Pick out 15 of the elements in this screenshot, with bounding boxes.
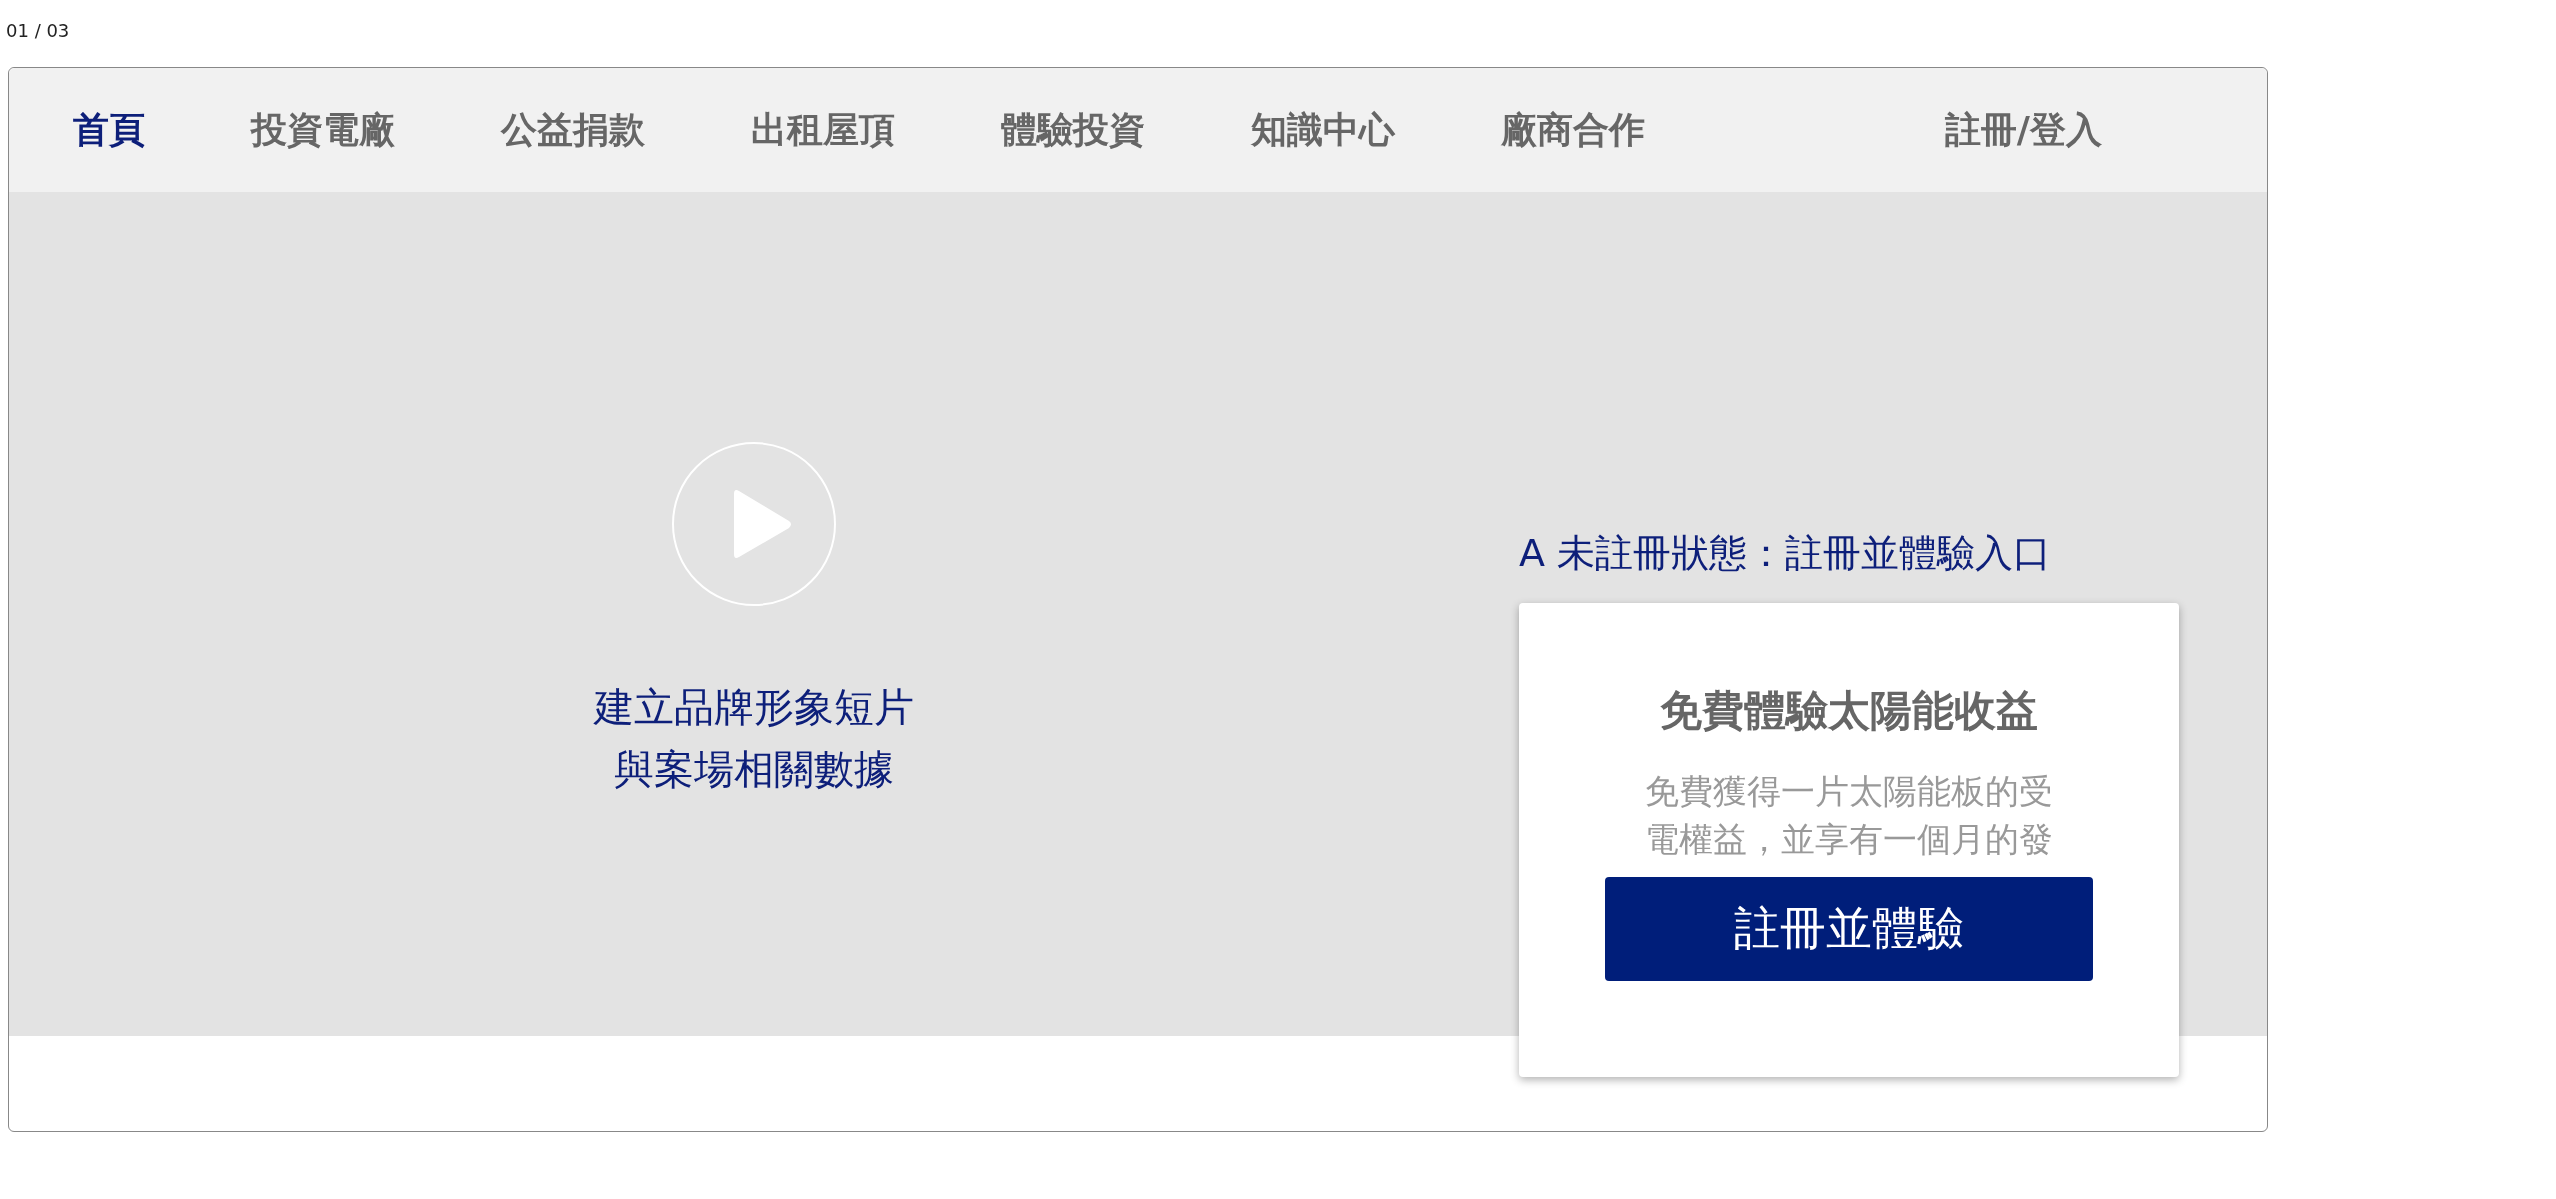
nav-link[interactable]: 首頁 xyxy=(73,105,145,155)
nav-link[interactable]: 公益捐款 xyxy=(501,105,645,155)
state-label: A 未註冊狀態：註冊並體驗入口 xyxy=(1519,530,2053,577)
nav-link[interactable]: 廠商合作 xyxy=(1501,105,1645,155)
nav-link[interactable]: 體驗投資 xyxy=(1001,105,1145,155)
login-link[interactable]: 註冊/登入 xyxy=(1944,105,2102,155)
play-icon[interactable] xyxy=(672,442,836,606)
card-title: 免費體驗太陽能收益 xyxy=(1660,685,2038,737)
signup-button[interactable]: 註冊並體驗 xyxy=(1605,877,2093,981)
card-description: 免費獲得一片太陽能板的受電權益，並享有一個月的發 xyxy=(1645,770,2053,861)
video-caption: 建立品牌形象短片與案場相關數據 xyxy=(594,683,914,794)
page-indicator: 01 / 03 xyxy=(5,19,71,43)
nav-link[interactable]: 出租屋頂 xyxy=(751,105,895,155)
nav-link[interactable]: 知識中心 xyxy=(1251,105,1395,155)
nav-link[interactable]: 投資電廠 xyxy=(251,105,395,155)
